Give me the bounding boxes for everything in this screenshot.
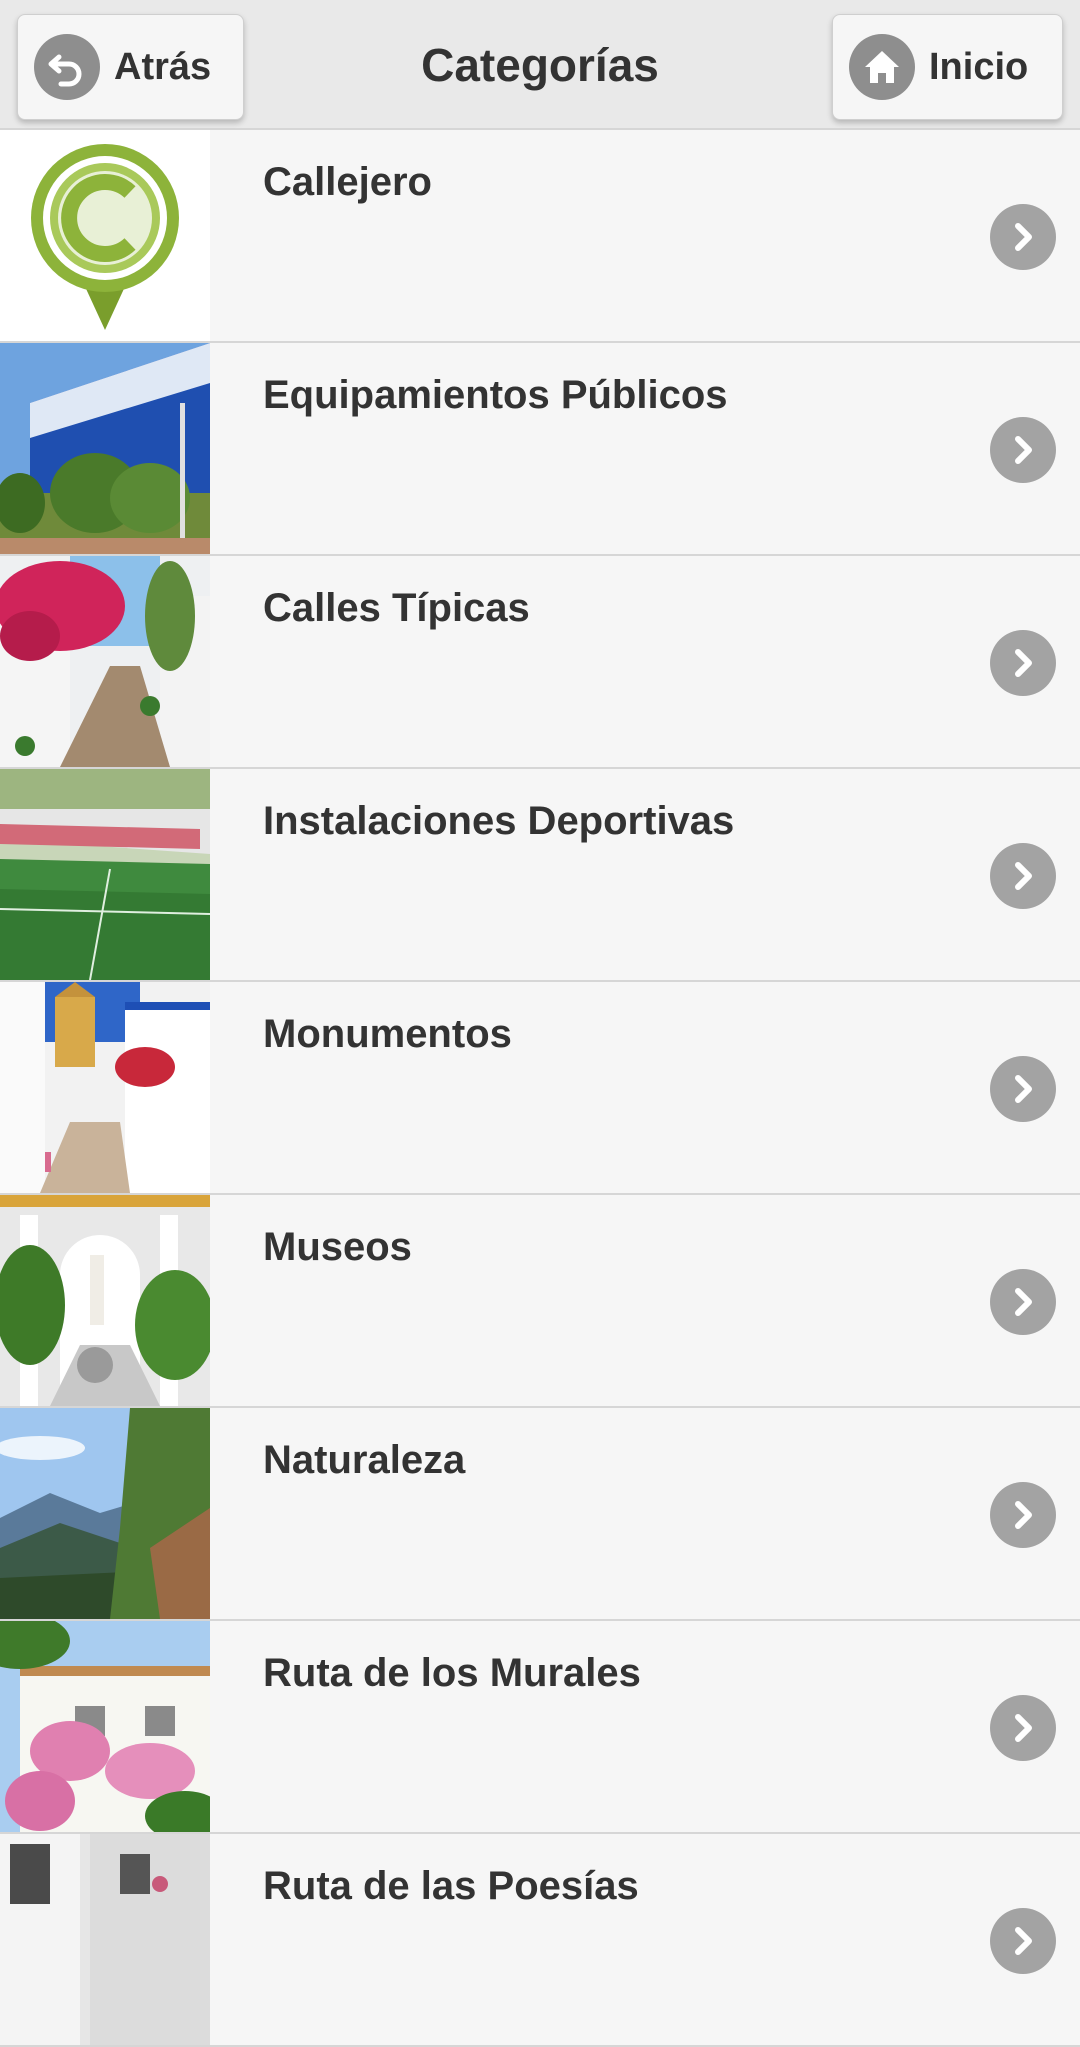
back-button[interactable]: Atrás <box>17 14 244 120</box>
list-item-instalaciones-deportivas[interactable]: Instalaciones Deportivas <box>0 769 1080 982</box>
patio-fountain-photo <box>0 1195 210 1406</box>
list-item-label: Museos <box>263 1225 412 1269</box>
list-item-equipamientos[interactable]: Equipamientos Públicos <box>0 343 1080 556</box>
page-title: Categorías <box>421 39 659 91</box>
list-item-label: Callejero <box>263 160 432 204</box>
chevron-right-icon <box>990 1482 1056 1548</box>
list-item-ruta-murales[interactable]: Ruta de los Murales <box>0 1621 1080 1834</box>
list-item-callejero[interactable]: Callejero <box>0 130 1080 343</box>
list-item-calles-tipicas[interactable]: Calles Típicas <box>0 556 1080 769</box>
mountain-landscape-photo <box>0 1408 210 1619</box>
list-item-label: Calles Típicas <box>263 586 530 630</box>
category-list: Callejero Equipamientos Públicos Calles … <box>0 130 1080 2047</box>
back-button-label: Atrás <box>114 45 212 88</box>
list-item-label: Ruta de los Murales <box>263 1651 641 1695</box>
list-item-label: Instalaciones Deportivas <box>263 799 735 843</box>
list-item-label: Monumentos <box>263 1012 512 1056</box>
chevron-right-icon <box>990 630 1056 696</box>
chevron-right-icon <box>990 1269 1056 1335</box>
chevron-right-icon <box>990 1908 1056 1974</box>
mural-house-photo <box>0 1621 210 1832</box>
chevron-right-icon <box>990 1056 1056 1122</box>
congress-building-photo <box>0 343 210 554</box>
chevron-right-icon <box>990 1695 1056 1761</box>
map-pin-logo <box>0 130 210 341</box>
list-item-label: Ruta de las Poesías <box>263 1864 639 1908</box>
list-item-label: Equipamientos Públicos <box>263 373 728 417</box>
list-item-ruta-poesias[interactable]: Ruta de las Poesías <box>0 1834 1080 2047</box>
white-alley-photo <box>0 1834 210 2045</box>
home-button[interactable]: Inicio <box>832 14 1063 120</box>
home-button-label: Inicio <box>929 45 1029 88</box>
back-arrow-icon <box>34 34 100 100</box>
chevron-right-icon <box>990 417 1056 483</box>
list-item-museos[interactable]: Museos <box>0 1195 1080 1408</box>
list-item-monumentos[interactable]: Monumentos <box>0 982 1080 1195</box>
flowered-street-photo <box>0 556 210 767</box>
chevron-right-icon <box>990 843 1056 909</box>
list-item-naturaleza[interactable]: Naturaleza <box>0 1408 1080 1621</box>
football-stadium-photo <box>0 769 210 980</box>
home-icon <box>849 34 915 100</box>
list-item-label: Naturaleza <box>263 1438 466 1482</box>
chevron-right-icon <box>990 204 1056 270</box>
church-tower-photo <box>0 982 210 1193</box>
header-bar: Atrás Categorías Inicio <box>0 0 1080 130</box>
